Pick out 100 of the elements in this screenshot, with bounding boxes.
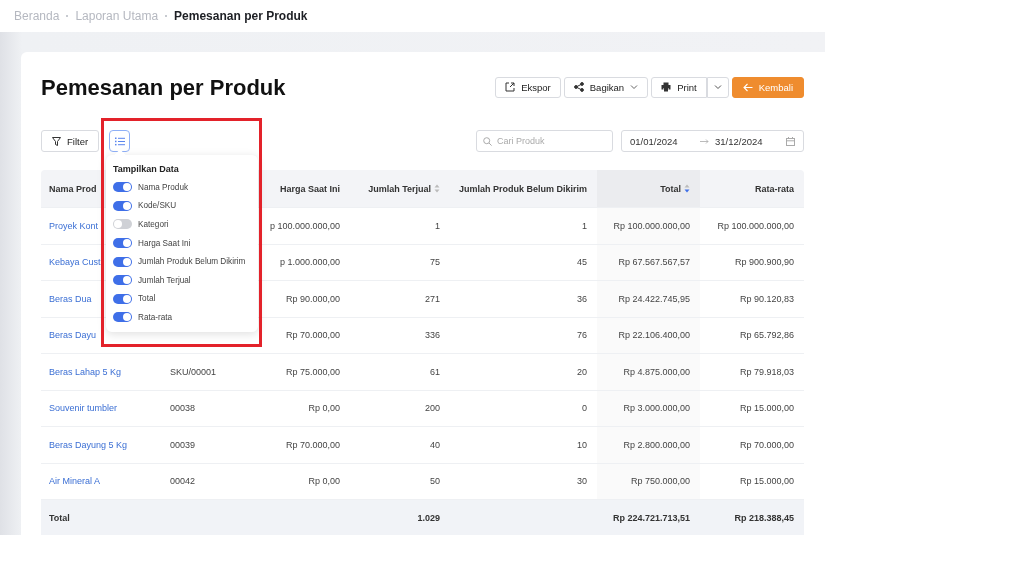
total-cell: Rp 224.721.713,51	[612, 512, 690, 523]
product-link[interactable]: Air Mineral A	[49, 476, 101, 487]
table-cell: 0	[582, 403, 587, 414]
toggle-label: Total	[138, 294, 156, 304]
table-cell: 1	[582, 220, 587, 231]
table-cell: Rp 90.120,83	[739, 293, 794, 304]
table-cell: Rp 3.000.000,00	[623, 403, 690, 414]
product-link[interactable]: Beras Dayu	[49, 330, 97, 341]
page-title: Pemesanan per Produk	[41, 74, 286, 101]
toggle-switch[interactable]	[113, 312, 132, 323]
table-cell: Rp 750.000,00	[630, 476, 690, 487]
share-button[interactable]: Bagikan	[563, 76, 649, 98]
toggle-switch[interactable]	[113, 200, 132, 211]
breadcrumb-current: Pemesanan per Produk	[174, 9, 308, 23]
table-cell: 00042	[170, 476, 196, 487]
export-button[interactable]: Ekspor	[495, 76, 561, 98]
table-cell: 36	[577, 293, 587, 304]
table-cell: 75	[430, 257, 440, 268]
table-cell: Rp 70.000,00	[285, 330, 340, 341]
printer-icon	[661, 82, 672, 92]
toggle-label: Rata-rata	[138, 312, 173, 322]
table-cell: p 1.000.000,00	[279, 257, 340, 268]
export-icon	[505, 82, 516, 92]
search-icon	[483, 136, 492, 146]
product-link[interactable]: Proyek Kont	[49, 220, 99, 231]
toggle-switch[interactable]	[113, 219, 132, 230]
table-cell: Rp 67.567.567,57	[618, 257, 690, 268]
table-cell: Rp 22.106.400,00	[618, 330, 690, 341]
table-cell: Rp 0,00	[308, 403, 340, 414]
column-header: Rata-rata	[755, 183, 794, 194]
filter-button[interactable]: Filter	[41, 130, 100, 152]
print-button[interactable]: Print	[651, 76, 707, 98]
toggle-switch[interactable]	[113, 238, 132, 249]
toggle-switch[interactable]	[113, 293, 132, 304]
table-cell: 50	[430, 476, 440, 487]
total-cell: Rp 218.388,45	[734, 512, 794, 523]
toggle-label: Kategori	[138, 220, 169, 229]
table-cell: Rp 24.422.745,95	[618, 293, 690, 304]
table-cell: 61	[430, 366, 440, 377]
toggle-label: Nama Produk	[138, 182, 189, 192]
column-header: Total	[660, 183, 681, 194]
share-icon	[573, 82, 584, 92]
toggle-switch[interactable]	[113, 256, 132, 267]
product-link[interactable]: Beras Dua	[49, 293, 92, 304]
table-cell: Rp 100.000.000,00	[717, 220, 794, 231]
table-cell: 00039	[170, 439, 196, 450]
table-cell: Rp 2.800.000,00	[623, 439, 690, 450]
toggle-label: Harga Saat Ini	[138, 238, 191, 248]
product-link[interactable]: Beras Dayung 5 Kg	[49, 439, 128, 450]
filter-icon	[52, 136, 61, 146]
table-cell: Rp 70.000,00	[285, 439, 340, 450]
total-cell: 1.029	[417, 512, 440, 523]
table-cell: 271	[424, 293, 440, 304]
end-date: 31/12/2024	[715, 135, 764, 147]
table-cell: 40	[430, 439, 440, 450]
arrow-left-icon	[742, 82, 753, 92]
search-field[interactable]: Cari Produk	[476, 130, 613, 152]
sort-icon[interactable]	[684, 184, 690, 193]
product-link[interactable]: Beras Lahap 5 Kg	[49, 366, 122, 377]
table-cell: 10	[577, 439, 587, 450]
product-link[interactable]: Kebaya Cust	[49, 257, 101, 268]
table-cell: Rp 0,00	[308, 476, 340, 487]
table-cell: 336	[424, 330, 440, 341]
table-cell: Rp 900.900,90	[734, 257, 794, 268]
table-cell: 76	[577, 330, 587, 341]
table-cell: 20	[577, 366, 587, 377]
popover-title: Tampilkan Data	[113, 164, 180, 174]
column-settings-button[interactable]	[109, 130, 131, 152]
table-cell: Rp 90.000,00	[285, 293, 340, 304]
product-link[interactable]: Souvenir tumbler	[49, 403, 118, 414]
chevron-down-icon	[630, 84, 639, 90]
calendar-icon	[786, 136, 795, 146]
list-icon	[114, 136, 125, 146]
toggle-switch[interactable]	[113, 182, 132, 193]
table-cell: 1	[435, 220, 440, 231]
table-cell: Rp 65.792,86	[739, 330, 794, 341]
table-cell: Rp 15.000,00	[739, 403, 794, 414]
table-cell: 200	[424, 403, 440, 414]
column-header: Nama Prod	[49, 183, 97, 194]
arrow-right-icon	[700, 138, 709, 144]
total-label: Total	[49, 512, 70, 523]
column-header: Jumlah Produk Belum Dikirim	[458, 183, 587, 194]
column-header: Harga Saat Ini	[279, 183, 340, 194]
table-cell: p 100.000.000,00	[269, 220, 340, 231]
toggle-switch[interactable]	[113, 275, 132, 286]
table-cell: Rp 100.000.000,00	[613, 220, 690, 231]
table-cell: 30	[577, 476, 587, 487]
table-cell: Rp 70.000,00	[739, 439, 794, 450]
table-cell: Rp 15.000,00	[739, 476, 794, 487]
table-cell: 45	[577, 257, 587, 268]
toggle-label: Jumlah Produk Belum Dikirim	[138, 257, 246, 267]
table-cell: Rp 4.875.000,00	[623, 366, 690, 377]
chevron-down-icon	[713, 84, 722, 90]
table-cell: SKU/00001	[170, 366, 217, 377]
table-cell: Rp 79.918,03	[739, 366, 794, 377]
date-range-field[interactable]: 01/01/2024 31/12/2024	[621, 130, 804, 152]
toggle-label: Kode/SKU	[138, 201, 177, 211]
table-cell: Rp 75.000,00	[285, 366, 340, 377]
start-date: 01/01/2024	[630, 135, 679, 147]
toggle-label: Jumlah Terjual	[138, 275, 191, 285]
